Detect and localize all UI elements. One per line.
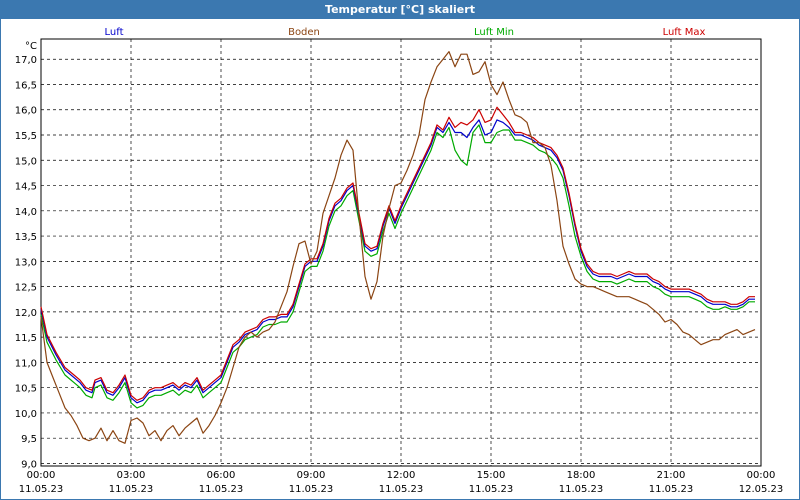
x-tick-date-label: 11.05.23: [109, 484, 154, 495]
x-tick-date-label: 12.05.23: [739, 484, 784, 495]
y-tick-label: 17,0: [15, 55, 37, 66]
y-tick-label: 14,0: [15, 207, 37, 218]
x-tick-time-label: 06:00: [207, 470, 236, 481]
chart-window: Temperatur [°C] skaliert 17,0 16,5 16,0 15,…: [0, 0, 800, 500]
x-tick-time-label: 03:00: [117, 470, 146, 481]
y-tick-label: 12,0: [15, 308, 37, 319]
temperature-chart: 17,0 16,5 16,0 15,5 15,0 14,5 14,0 13,5 13,0 12,5…: [15, 27, 784, 495]
legend-label-luft-min: Luft Min: [474, 27, 514, 38]
y-tick-label: 10,5: [15, 384, 37, 395]
x-tick-time-label: 09:00: [297, 470, 326, 481]
y-tick-label: 16,5: [15, 80, 37, 91]
x-tick-time-label: 12:00: [387, 470, 416, 481]
x-tick-date-label: 11.05.23: [19, 484, 64, 495]
series-line-luft-max: [40, 106, 755, 401]
y-tick-label: 15,5: [15, 131, 37, 142]
y-tick-label: 10,0: [15, 409, 37, 420]
y-tick-label: 14,5: [15, 182, 37, 193]
x-tick-time-label: 15:00: [477, 470, 506, 481]
x-tick-date-label: 11.05.23: [199, 484, 244, 495]
y-tick-label: 13,5: [15, 232, 37, 243]
x-tick-time-label: 00:00: [27, 470, 56, 481]
x-tick-date-label: 11.05.23: [379, 484, 424, 495]
y-tick-label: 13,0: [15, 257, 37, 268]
x-tick-date-label: 11.05.23: [649, 484, 694, 495]
y-tick-label: 9,5: [21, 434, 37, 445]
x-tick-time-label: 18:00: [567, 470, 596, 481]
x-tick-time-label: 00:00: [747, 470, 776, 481]
x-tick-date-label: 11.05.23: [289, 484, 334, 495]
y-tick-label: 9,0: [21, 459, 37, 470]
y-tick-label: 12,5: [15, 283, 37, 294]
x-tick-time-label: 21:00: [657, 470, 686, 481]
x-tick-date-label: 11.05.23: [469, 484, 514, 495]
series-line-boden: [40, 51, 756, 444]
y-unit-label: °C: [25, 41, 37, 52]
x-tick-date-label: 11.05.23: [559, 484, 604, 495]
series-line-luft-min: [40, 124, 755, 409]
y-tick-label: 11,0: [15, 358, 37, 369]
legend-label-boden: Boden: [288, 27, 320, 38]
legend-label-luft-max: Luft Max: [663, 27, 706, 38]
y-tick-label: 11,5: [15, 333, 37, 344]
legend-label-luft: Luft: [105, 27, 124, 38]
y-tick-label: 16,0: [15, 106, 37, 117]
y-tick-label: 15,0: [15, 156, 37, 167]
